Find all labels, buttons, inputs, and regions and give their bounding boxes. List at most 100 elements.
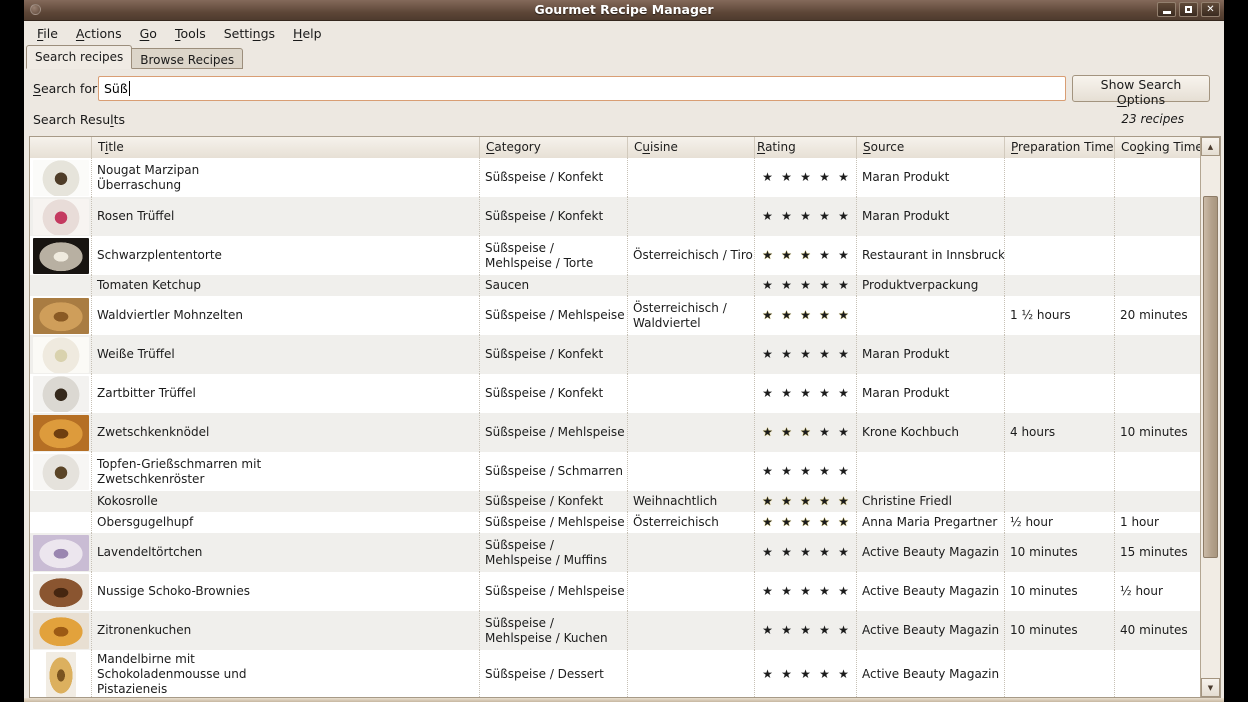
table-row[interactable]: SchwarzplententorteSüßspeise / Mehlspeis… <box>30 236 1202 275</box>
star-empty-icon: ★ <box>834 248 853 263</box>
app-window: Gourmet Recipe Manager ✕ FileActionsGoTo… <box>24 0 1224 702</box>
star-filled-icon: ★ <box>815 494 834 509</box>
star-empty-icon: ★ <box>815 464 834 479</box>
tab-search-recipes[interactable]: Search recipes <box>26 45 132 69</box>
column-header-cooking-time[interactable]: Cooking Time <box>1115 137 1202 158</box>
menu-tools[interactable]: Tools <box>166 23 215 44</box>
star-empty-icon: ★ <box>777 386 796 401</box>
star-empty-icon: ★ <box>758 209 777 224</box>
recipe-image-cell <box>30 236 92 275</box>
search-input[interactable]: Süß <box>98 76 1066 101</box>
star-filled-icon: ★ <box>777 494 796 509</box>
star-empty-icon: ★ <box>796 667 815 682</box>
tab-browse-recipes[interactable]: Browse Recipes <box>132 48 243 69</box>
minimize-button[interactable] <box>1157 2 1176 17</box>
recipe-source <box>857 296 1005 335</box>
recipe-cuisine <box>628 158 755 197</box>
recipe-cooking-time <box>1115 275 1202 296</box>
star-filled-icon: ★ <box>815 515 834 530</box>
table-row[interactable]: ObersgugelhupfSüßspeise / MehlspeiseÖste… <box>30 512 1202 533</box>
recipe-category: Süßspeise / Mehlspeise <box>480 296 628 335</box>
recipe-image-cell <box>30 611 92 650</box>
star-empty-icon: ★ <box>796 386 815 401</box>
recipe-preparation-time: 10 minutes <box>1005 533 1115 572</box>
scroll-up-button[interactable]: ▲ <box>1201 137 1220 156</box>
menu-file[interactable]: File <box>28 23 67 44</box>
search-bar: Search for Süß Show Search Options <box>24 75 1224 102</box>
recipe-cuisine <box>628 611 755 650</box>
star-empty-icon: ★ <box>777 584 796 599</box>
star-empty-icon: ★ <box>815 667 834 682</box>
column-header-category[interactable]: Category <box>480 137 628 158</box>
star-empty-icon: ★ <box>834 425 853 440</box>
column-header-title[interactable]: Title <box>92 137 480 158</box>
recipe-source: Krone Kochbuch <box>857 413 1005 452</box>
column-header-image[interactable] <box>30 137 92 158</box>
recipe-cuisine: Österreichisch <box>628 512 755 533</box>
star-filled-icon: ★ <box>796 248 815 263</box>
recipe-image-cell <box>30 158 92 197</box>
recipe-title: Obersgugelhupf <box>92 512 480 533</box>
recipe-source: Active Beauty Magazin <box>857 650 1005 697</box>
recipe-cooking-time: 15 minutes <box>1115 533 1202 572</box>
column-header-rating[interactable]: Rating <box>755 137 857 158</box>
star-filled-icon: ★ <box>777 515 796 530</box>
column-header-cuisine[interactable]: Cuisine <box>628 137 755 158</box>
recipe-source: Active Beauty Magazin <box>857 533 1005 572</box>
star-empty-icon: ★ <box>758 545 777 560</box>
table-row[interactable]: Waldviertler MohnzeltenSüßspeise / Mehls… <box>30 296 1202 335</box>
table-row[interactable]: Mandelbirne mit Schokoladenmousse und Pi… <box>30 650 1202 697</box>
table-row[interactable]: Zartbitter TrüffelSüßspeise / Konfekt★★★… <box>30 374 1202 413</box>
star-empty-icon: ★ <box>834 623 853 638</box>
table-row[interactable]: ZwetschkenknödelSüßspeise / Mehlspeise★★… <box>30 413 1202 452</box>
scrollbar-thumb[interactable] <box>1203 196 1218 558</box>
menu-help[interactable]: Help <box>284 23 331 44</box>
recipe-thumbnail <box>33 613 89 649</box>
table-row[interactable]: Rosen TrüffelSüßspeise / Konfekt★★★★★Mar… <box>30 197 1202 236</box>
star-empty-icon: ★ <box>777 278 796 293</box>
table-header-row: TitleCategoryCuisineRatingSourcePreparat… <box>30 137 1220 159</box>
vertical-scrollbar[interactable]: ▲ ▼ <box>1200 137 1220 697</box>
star-empty-icon: ★ <box>758 347 777 362</box>
recipe-rating: ★★★★★ <box>755 374 857 413</box>
recipe-thumbnail <box>46 652 76 697</box>
menu-go[interactable]: Go <box>131 23 166 44</box>
recipe-source: Maran Produkt <box>857 158 1005 197</box>
table-row[interactable]: ZitronenkuchenSüßspeise / Mehlspeise / K… <box>30 611 1202 650</box>
recipe-title: Waldviertler Mohnzelten <box>92 296 480 335</box>
recipe-preparation-time: 10 minutes <box>1005 572 1115 611</box>
maximize-button[interactable] <box>1179 2 1198 17</box>
recipe-count: 23 recipes <box>1121 112 1184 126</box>
table-row[interactable]: LavendeltörtchenSüßspeise / Mehlspeise /… <box>30 533 1202 572</box>
close-button[interactable]: ✕ <box>1201 2 1220 17</box>
table-row[interactable]: Topfen-Grießschmarren mit Zwetschkenröst… <box>30 452 1202 491</box>
column-header-source[interactable]: Source <box>857 137 1005 158</box>
table-row[interactable]: KokosrolleSüßspeise / KonfektWeihnachtli… <box>30 491 1202 512</box>
star-empty-icon: ★ <box>834 584 853 599</box>
table-row[interactable]: Tomaten KetchupSaucen★★★★★Produktverpack… <box>30 275 1202 296</box>
table-row[interactable]: Nougat Marzipan ÜberraschungSüßspeise / … <box>30 158 1202 197</box>
star-empty-icon: ★ <box>815 584 834 599</box>
scroll-down-button[interactable]: ▼ <box>1201 678 1220 697</box>
star-filled-icon: ★ <box>758 515 777 530</box>
show-search-options-button[interactable]: Show Search Options <box>1072 75 1210 102</box>
recipe-image-cell <box>30 650 92 697</box>
recipe-cuisine <box>628 275 755 296</box>
column-header-preparation-time[interactable]: Preparation Time <box>1005 137 1115 158</box>
recipe-source: Produktverpackung <box>857 275 1005 296</box>
recipe-cuisine <box>628 335 755 374</box>
recipe-image-cell <box>30 374 92 413</box>
table-row[interactable]: Nussige Schoko-BrowniesSüßspeise / Mehls… <box>30 572 1202 611</box>
titlebar[interactable]: Gourmet Recipe Manager ✕ <box>24 0 1224 21</box>
recipe-source: Restaurant in Innsbruck <box>857 236 1005 275</box>
recipe-cuisine: Weihnachtlich <box>628 491 755 512</box>
recipe-cooking-time: 10 minutes <box>1115 413 1202 452</box>
star-empty-icon: ★ <box>796 464 815 479</box>
menu-actions[interactable]: Actions <box>67 23 131 44</box>
menu-settings[interactable]: Settings <box>215 23 284 44</box>
recipe-title: Zitronenkuchen <box>92 611 480 650</box>
recipe-source: Maran Produkt <box>857 197 1005 236</box>
table-row[interactable]: Weiße TrüffelSüßspeise / Konfekt★★★★★Mar… <box>30 335 1202 374</box>
recipe-title: Rosen Trüffel <box>92 197 480 236</box>
star-empty-icon: ★ <box>777 347 796 362</box>
